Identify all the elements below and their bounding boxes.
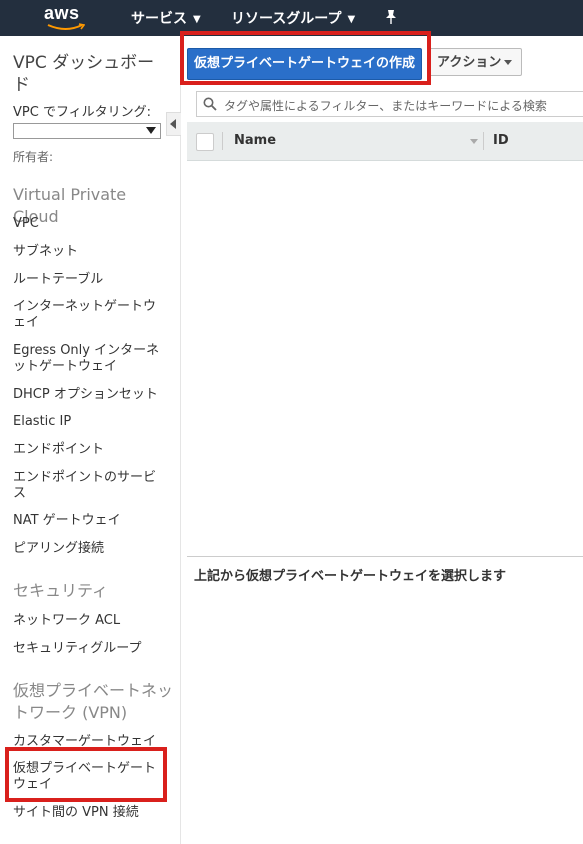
sidebar-collapse-toggle[interactable] [166, 112, 181, 136]
highlight-box-create-button [180, 31, 431, 85]
aws-smile-icon [47, 23, 85, 30]
search-placeholder: タグや属性によるフィルター、またはキーワードによる検索 [224, 99, 547, 113]
detail-empty-message: 上記から仮想プライベートゲートウェイを選択します [194, 569, 507, 584]
highlight-box-vpg-menu [5, 747, 167, 802]
chevron-left-icon [170, 119, 176, 129]
sidebar-item-elastic-ip[interactable]: Elastic IP [13, 414, 165, 430]
sidebar-item-site-to-site-vpn[interactable]: サイト間の VPN 接続 [13, 805, 165, 821]
sidebar-item-nat-gateways[interactable]: NAT ゲートウェイ [13, 513, 165, 529]
sidebar-item-endpoint-services[interactable]: エンドポイントのサービス [13, 470, 165, 502]
sidebar: VPC ダッシュボード VPC でフィルタリング: 所有者: Virtual P… [0, 36, 181, 844]
resource-groups-label: リソースグループ [231, 11, 342, 27]
section-title-vpn: 仮想プライベートネットワーク (VPN) [13, 681, 174, 722]
column-header-name[interactable]: Name [234, 133, 276, 148]
select-all-checkbox[interactable] [196, 133, 214, 151]
sidebar-item-security-groups[interactable]: セキュリティグループ [13, 641, 165, 657]
sort-caret-icon[interactable] [470, 139, 478, 144]
sidebar-item-peering[interactable]: ピアリング接続 [13, 541, 165, 557]
sidebar-title[interactable]: VPC ダッシュボード [13, 52, 168, 96]
sidebar-item-egress-only-igw[interactable]: Egress Only インターネットゲートウェイ [13, 343, 165, 375]
sidebar-item-internet-gateways[interactable]: インターネットゲートウェイ [13, 299, 165, 331]
sidebar-item-dhcp-options[interactable]: DHCP オプションセット [13, 387, 165, 403]
sidebar-item-endpoints[interactable]: エンドポイント [13, 442, 165, 458]
aws-logo[interactable]: aws [44, 3, 90, 31]
actions-button[interactable]: アクション [428, 48, 522, 76]
owner-label: 所有者: [13, 150, 54, 164]
sidebar-item-vpc[interactable]: VPC [13, 216, 165, 232]
chevron-down-icon: ▼ [193, 13, 201, 25]
chevron-down-icon [504, 60, 512, 65]
sidebar-item-route-tables[interactable]: ルートテーブル [13, 272, 165, 288]
table-header: Name ID [187, 122, 583, 161]
column-divider [222, 132, 223, 150]
aws-logo-text: aws [44, 3, 80, 23]
pin-icon[interactable] [384, 9, 398, 25]
pane-divider[interactable] [187, 556, 583, 557]
vpc-filter-select[interactable] [13, 123, 161, 139]
sidebar-item-network-acl[interactable]: ネットワーク ACL [13, 613, 165, 629]
chevron-down-icon: ▼ [347, 13, 356, 25]
actions-label: アクション [437, 55, 502, 70]
resource-groups-menu[interactable]: リソースグループ ▼ [231, 8, 355, 28]
sidebar-item-subnets[interactable]: サブネット [13, 244, 165, 260]
search-icon [203, 97, 217, 111]
column-divider [483, 132, 484, 150]
services-label: サービス [131, 11, 187, 27]
search-input[interactable]: タグや属性によるフィルター、またはキーワードによる検索 [196, 91, 583, 117]
services-menu[interactable]: サービス ▼ [131, 8, 201, 28]
column-header-id[interactable]: ID [493, 133, 509, 148]
vpc-filter-label: VPC でフィルタリング: [13, 105, 152, 120]
section-title-security: セキュリティ [13, 581, 109, 600]
dropdown-arrow-icon [146, 127, 156, 134]
